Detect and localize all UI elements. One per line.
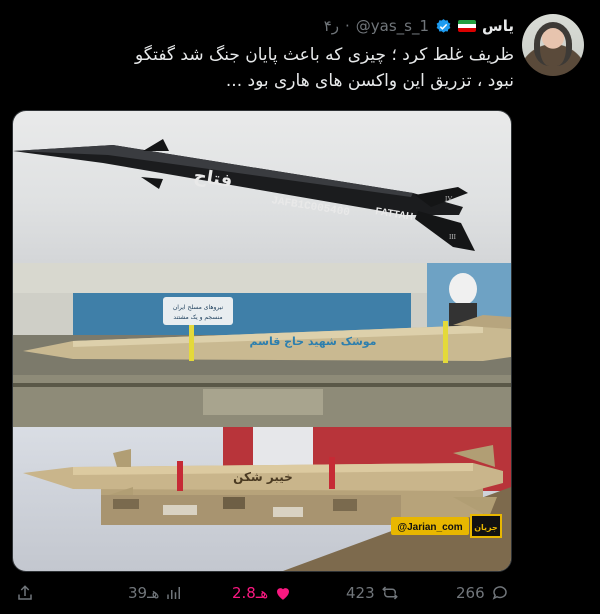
media-panel-haj-qasem[interactable]: نیروهای مسلح ایران منسجم و یک مشتند موشک… (13, 263, 511, 427)
avatar[interactable] (522, 14, 584, 76)
reply-button[interactable]: 266 (456, 584, 509, 602)
timestamp[interactable]: ۴ر (324, 17, 339, 35)
media-panel-fattah[interactable]: JAFB1C005400 FATTAH فتاح IV III (13, 111, 511, 263)
handle[interactable]: @yas_s_1 (356, 17, 429, 35)
likes-count: 2.8هـ (232, 584, 269, 602)
avatar-scarf (534, 22, 572, 66)
verified-badge-icon (436, 18, 451, 33)
fattah-fin-mark: IV (445, 195, 452, 203)
share-icon (18, 585, 32, 600)
tweet-header: یاس @yas_s_1 · ۴ر (324, 16, 514, 36)
author-name[interactable]: یاس (482, 17, 514, 35)
tweet-text: ظریف غلط کرد ؛ چیزی که باعث پایان جنگ شد… (135, 45, 514, 91)
haj-qasem-missile-label: موشک شهید حاج قاسم (250, 335, 377, 349)
tweet-actions: 39هـ 2.8هـ 423 266 (10, 584, 510, 606)
replies-count: 266 (456, 584, 485, 602)
views-button[interactable]: 39هـ (128, 584, 183, 602)
separator: · (345, 17, 350, 35)
like-button[interactable]: 2.8هـ (232, 584, 292, 602)
tweet-media[interactable]: JAFB1C005400 FATTAH فتاح IV III نیروهای … (12, 110, 512, 572)
reply-icon (492, 586, 507, 600)
media-panel-kheibar-shekan[interactable]: خیبر شکن @Jarian_com جریان (13, 427, 511, 571)
kheibar-shekan-missile-illustration: خیبر شکن @Jarian_com جریان (23, 427, 511, 571)
banner-line-1: نیروهای مسلح ایران (173, 304, 224, 311)
share-button[interactable] (16, 584, 34, 602)
camo-launcher (101, 495, 401, 525)
retweet-icon (381, 586, 398, 600)
analytics-icon (167, 587, 181, 599)
banner-line-2: منسجم و یک مشتند (173, 314, 222, 321)
views-count: 39هـ (128, 584, 160, 602)
jarian-watermark: @Jarian_com (397, 522, 462, 533)
retweets-count: 423 (346, 584, 375, 602)
heart-filled-icon (277, 588, 290, 600)
iran-flag-icon (458, 20, 477, 32)
haj-qasem-missile-illustration: نیروهای مسلح ایران منسجم و یک مشتند موشک… (13, 263, 511, 427)
kheibar-missile-label: خیبر شکن (233, 470, 293, 484)
retweet-button[interactable]: 423 (346, 584, 399, 602)
jarian-logo: جریان (474, 523, 498, 532)
fattah-missile-illustration: JAFB1C005400 FATTAH فتاح IV III (13, 139, 475, 251)
fattah-fin-mark-2: III (449, 233, 457, 241)
